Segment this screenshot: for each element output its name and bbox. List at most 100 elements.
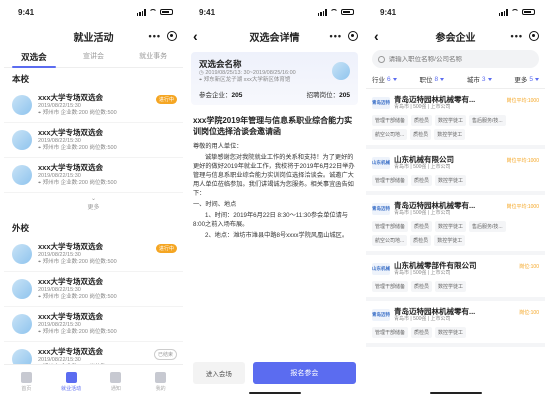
position-tag[interactable]: 数控学徒工: [435, 175, 467, 186]
fair-avatar: [12, 95, 32, 115]
mini-program-capsule: •••: [149, 31, 177, 41]
fair-meta: ⌖ 郑州市 企业数:200 岗位数:500: [38, 145, 117, 151]
outside-fair-list: xxx大学专场双选会 2019/08/22/15:30 ⌖ 郑州市 企业数:200 …: [4, 237, 183, 377]
company-card[interactable]: 青岛迈特 青岛迈特园林机械零有... 青岛市 | 500强 | 上市公司 岗位平均:1…: [366, 89, 545, 149]
signup-button[interactable]: 报名参会: [252, 362, 356, 384]
tab-affairs[interactable]: 就业事务: [123, 48, 183, 68]
position-tag[interactable]: 管理干部储备: [372, 115, 409, 126]
company-header: 青岛迈特 青岛迈特园林机械零有... 青岛市 | 500强 | 上市公司 岗位平均:1…: [372, 201, 539, 217]
fair-list-item[interactable]: xxx大学专场双选会2019/08/22/15:30⌖ 郑州市 企业数:200 …: [4, 158, 183, 193]
nav-bar: 就业活动 •••: [4, 24, 183, 48]
position-tag[interactable]: 质检员: [411, 175, 433, 186]
filter-more[interactable]: 更多 5: [514, 74, 539, 84]
search-input[interactable]: [388, 55, 533, 63]
more-icon[interactable]: •••: [511, 31, 523, 41]
tab-presentation[interactable]: 宣讲会: [64, 48, 124, 68]
filter-industry[interactable]: 行业 6: [372, 74, 397, 84]
fair-avatar: [12, 130, 32, 150]
tabbar-notices[interactable]: 通知: [94, 365, 139, 398]
status-time: 9:41: [18, 7, 35, 17]
position-tag[interactable]: 数控学徒工: [435, 281, 467, 292]
position-tag[interactable]: 航空公司地...: [372, 129, 408, 140]
tabbar-mine[interactable]: 我的: [138, 365, 183, 398]
bottom-tab-bar: 首页 就业活动 通知 我的: [4, 364, 183, 398]
mini-program-capsule: •••: [330, 31, 358, 41]
position-tag[interactable]: 数控学徒工: [434, 235, 466, 246]
close-target-icon[interactable]: [529, 31, 539, 41]
tabbar-activities[interactable]: 就业活动: [49, 365, 94, 398]
fair-list-item[interactable]: xxx大学专场双选会2019/08/22/15:30⌖ 郑州市 企业数:200 …: [4, 307, 183, 342]
fair-location: 郑州市: [42, 145, 60, 151]
company-header: 山东机械 山东机械零部件有限公司 青岛市 | 500强 | 上市公司 岗位:100: [372, 261, 539, 277]
fair-list-item[interactable]: xxx大学专场双选会2019/08/22/15:30⌖ 郑州市 企业数:200 …: [4, 237, 183, 272]
fair-list-item[interactable]: xxx大学专场双选会2019/08/22/15:30⌖ 郑州市 企业数:200 …: [4, 88, 183, 123]
invitation-paragraph: 诚挚感谢您对我院就业工作的关系和支持！为了更好的更好的做好2019年就业工作，我…: [193, 154, 355, 197]
close-target-icon[interactable]: [167, 31, 177, 41]
company-card[interactable]: 青岛迈特 青岛迈特园林机械零有... 青岛市 | 500强 | 上市公司 岗位:100…: [366, 301, 545, 347]
fair-meta: ⌖ 郑州市 企业数:200 岗位数:500: [38, 180, 117, 186]
position-tag[interactable]: 质检员: [411, 327, 433, 338]
fair-avatar: [12, 165, 32, 185]
fair-date: 2019/08/22/15:30: [38, 173, 81, 179]
position-tag[interactable]: 航空公司地...: [372, 235, 408, 246]
position-tag[interactable]: 质检员: [410, 129, 432, 140]
companies-count: 参会企业：205: [199, 92, 243, 99]
screen-job-fair-detail: 9:41 ‹ 双选会详情 ••• 双选会名称 ◷ 2019/08/25/13: …: [185, 0, 364, 398]
tab-job-fair[interactable]: 双选会: [4, 48, 64, 68]
invitation-heading: xxx学院2019年管理与信息系职业综合能力实训岗位选择洽谈会邀请函: [193, 116, 353, 136]
invitation-body: xxx学院2019年管理与信息系职业综合能力实训岗位选择洽谈会邀请函 尊敬的用人…: [185, 109, 364, 248]
position-tag[interactable]: 质检员: [411, 221, 433, 232]
company-logo: 青岛迈特: [372, 203, 390, 215]
position-tag[interactable]: 质检员: [411, 115, 433, 126]
position-tag[interactable]: 质检员: [411, 281, 433, 292]
fair-positions: 岗位数:500: [89, 180, 117, 186]
company-jobs: 岗位平均:1000: [506, 204, 539, 210]
fair-name: 双选会名称: [199, 59, 242, 69]
position-tag[interactable]: 管理干部储备: [372, 281, 409, 292]
status-time: 9:41: [199, 7, 216, 17]
company-logo: 山东机械: [372, 263, 390, 275]
fair-companies: 企业数:200: [60, 329, 88, 335]
position-tag[interactable]: 数控学徒工: [435, 221, 467, 232]
dropdown-icon: [440, 77, 445, 81]
company-card[interactable]: 山东机械 山东机械零部件有限公司 青岛市 | 500强 | 上市公司 岗位:100 管理…: [366, 255, 545, 301]
battery-icon: [341, 9, 354, 15]
back-icon[interactable]: ‹: [193, 29, 198, 43]
position-tag[interactable]: 数控学徒工: [435, 327, 467, 338]
more-icon[interactable]: •••: [330, 31, 342, 41]
position-tag[interactable]: 管理干部储备: [372, 327, 409, 338]
fair-avatar: [12, 244, 32, 264]
more-icon[interactable]: •••: [149, 31, 161, 41]
fair-location: 郑州市: [42, 329, 60, 335]
fair-list-item[interactable]: xxx大学专场双选会2019/08/22/15:30⌖ 郑州市 企业数:200 …: [4, 272, 183, 307]
fair-companies: 企业数:200: [60, 259, 88, 265]
filter-position[interactable]: 职位 8: [419, 74, 445, 84]
position-tag[interactable]: 数控学徒工: [434, 129, 466, 140]
fair-location: 郑州市: [42, 294, 60, 300]
close-target-icon[interactable]: [348, 31, 358, 41]
position-tag[interactable]: 售后服务/技...: [469, 221, 506, 232]
fair-info-card: 双选会名称 ◷ 2019/08/25/13: 30~2019/08/25/16:…: [191, 52, 358, 105]
position-tag[interactable]: 管理干部储备: [372, 175, 409, 186]
status-bar: 9:41: [366, 0, 545, 24]
signal-icon: [498, 8, 508, 16]
tabbar-home[interactable]: 首页: [4, 365, 49, 398]
position-tag[interactable]: 管理干部储备: [372, 221, 409, 232]
company-header: 青岛迈特 青岛迈特园林机械零有... 青岛市 | 500强 | 上市公司 岗位平均:1…: [372, 95, 539, 111]
more-link[interactable]: ⌄ 更多: [4, 193, 183, 217]
fair-location: 郑州市: [42, 110, 60, 116]
fair-list-item[interactable]: xxx大学专场双选会2019/08/22/15:30⌖ 郑州市 企业数:200 …: [4, 123, 183, 158]
fair-positions: 岗位数:500: [89, 145, 117, 151]
fair-positions: 岗位数:500: [89, 329, 117, 335]
wifi-icon: [330, 9, 338, 15]
position-tag[interactable]: 售后服务/技...: [469, 115, 506, 126]
company-card[interactable]: 青岛迈特 青岛迈特园林机械零有... 青岛市 | 500强 | 上市公司 岗位平均:1…: [366, 195, 545, 255]
position-tag[interactable]: 质检员: [410, 235, 432, 246]
back-icon[interactable]: ‹: [374, 29, 379, 43]
position-tag[interactable]: 数控学徒工: [435, 115, 467, 126]
company-meta: 青岛市 | 500强 | 上市公司: [394, 210, 451, 216]
company-card[interactable]: 山东机械 山东机械有限公司 青岛市 | 500强 | 上市公司 岗位平均:1000 管理…: [366, 149, 545, 195]
filter-city[interactable]: 城市 3: [467, 74, 492, 84]
company-list: 青岛迈特 青岛迈特园林机械零有... 青岛市 | 500强 | 上市公司 岗位平均:1…: [366, 89, 545, 347]
enter-venue-button[interactable]: 进入会场: [193, 362, 245, 384]
